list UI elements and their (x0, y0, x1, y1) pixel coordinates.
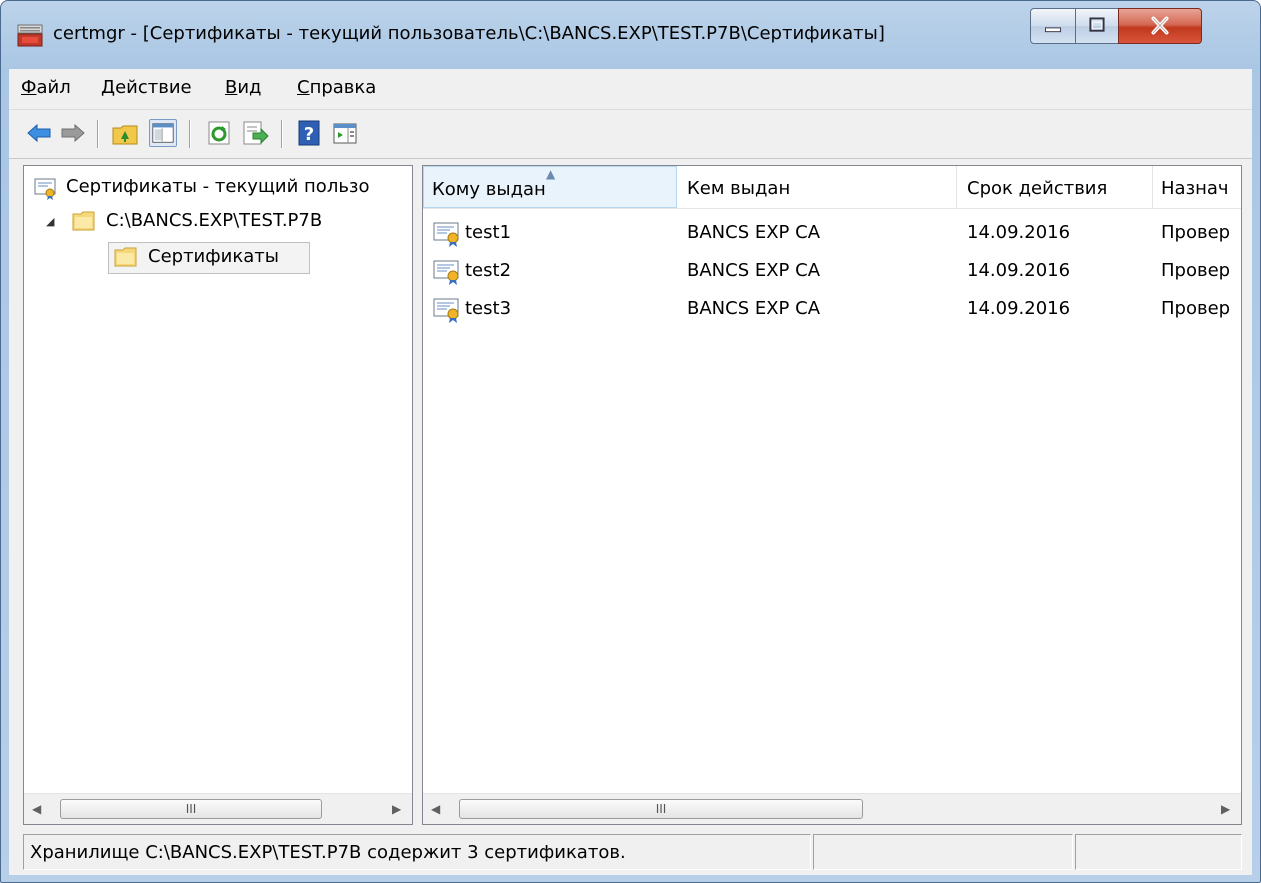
cell-issued-by: BANCS EXP CA (687, 222, 821, 243)
certificate-icon (433, 221, 463, 247)
maximize-button[interactable] (1075, 8, 1119, 44)
tree-store-label: C:\BANCS.EXP\TEST.P7B (106, 210, 323, 231)
scroll-right-icon[interactable]: ▶ (1221, 802, 1230, 816)
table-row[interactable]: test3 BANCS EXP CA 14.09.2016 Провер (423, 292, 1241, 328)
client-area: Файл Действие Вид Справка ? Сертификаты … (9, 69, 1252, 875)
tree-horizontal-scrollbar[interactable]: ◀ III ▶ (24, 793, 412, 824)
certmgr-app-icon (17, 23, 43, 47)
scroll-left-icon[interactable]: ◀ (431, 802, 440, 816)
table-row[interactable]: test1 BANCS EXP CA 14.09.2016 Провер (423, 216, 1241, 252)
status-text: Хранилище C:\BANCS.EXP\TEST.P7B содержит… (30, 842, 626, 863)
menu-help[interactable]: Справка (297, 77, 376, 98)
status-main-segment: Хранилище C:\BANCS.EXP\TEST.P7B содержит… (23, 834, 811, 870)
status-bar: Хранилище C:\BANCS.EXP\TEST.P7B содержит… (23, 834, 1242, 870)
cell-expires: 14.09.2016 (967, 260, 1071, 281)
cell-issued-by: BANCS EXP CA (687, 260, 821, 281)
app-window: certmgr - [Сертификаты - текущий пользов… (0, 0, 1261, 883)
refresh-icon[interactable] (205, 119, 233, 147)
menu-view[interactable]: Вид (225, 77, 262, 98)
column-purpose[interactable]: Назнач (1153, 166, 1241, 208)
sort-ascending-icon: ▲ (546, 167, 556, 181)
certificate-list-pane[interactable]: ▲ Кому выдан Кем выдан Срок действия Наз… (422, 165, 1242, 825)
scrollbar-thumb[interactable]: III (60, 799, 322, 819)
show-action-pane-icon[interactable] (331, 119, 359, 147)
toolbar: ? (9, 110, 1252, 159)
svg-text:?: ? (304, 124, 314, 145)
cell-purpose: Провер (1161, 260, 1231, 281)
scroll-right-icon[interactable]: ▶ (392, 802, 401, 816)
folder-icon (114, 246, 138, 268)
certificate-store-icon (34, 176, 58, 200)
back-icon[interactable] (25, 119, 53, 147)
certificate-icon (433, 297, 463, 323)
list-horizontal-scrollbar[interactable]: ◀ III ▶ (423, 793, 1241, 824)
scrollbar-thumb[interactable]: III (459, 799, 863, 819)
cell-purpose: Провер (1161, 298, 1231, 319)
status-segment (813, 834, 1073, 870)
up-folder-icon[interactable] (111, 119, 139, 147)
table-row[interactable]: test2 BANCS EXP CA 14.09.2016 Провер (423, 254, 1241, 290)
status-segment (1075, 834, 1242, 870)
forward-icon[interactable] (59, 119, 87, 147)
expanded-triangle-icon[interactable]: ◢ (46, 215, 54, 228)
cell-expires: 14.09.2016 (967, 222, 1071, 243)
tree-folder-label: Сертификаты (148, 246, 279, 267)
show-hide-tree-icon[interactable] (149, 119, 177, 147)
cell-expires: 14.09.2016 (967, 298, 1071, 319)
certificate-icon (433, 259, 463, 285)
column-issued-by[interactable]: Кем выдан (677, 166, 957, 208)
close-button[interactable] (1118, 8, 1202, 44)
column-expiration[interactable]: Срок действия (957, 166, 1153, 208)
tree-root-label: Сертификаты - текущий пользо (66, 176, 370, 197)
help-icon[interactable]: ? (295, 119, 323, 147)
window-title: certmgr - [Сертификаты - текущий пользов… (53, 23, 885, 44)
menu-bar: Файл Действие Вид Справка (9, 69, 1252, 110)
title-bar[interactable]: certmgr - [Сертификаты - текущий пользов… (1, 1, 1260, 69)
cell-issued-to: test3 (465, 298, 512, 319)
cell-issued-to: test1 (465, 222, 512, 243)
cell-purpose: Провер (1161, 222, 1231, 243)
export-icon[interactable] (241, 119, 269, 147)
folder-icon (72, 210, 96, 232)
scroll-left-icon[interactable]: ◀ (32, 802, 41, 816)
column-issued-to[interactable]: ▲ Кому выдан (423, 166, 677, 208)
minimize-button[interactable] (1030, 8, 1076, 44)
cell-issued-by: BANCS EXP CA (687, 298, 821, 319)
console-tree-pane[interactable]: Сертификаты - текущий пользо ◢ C:\BANCS.… (23, 165, 413, 825)
menu-file[interactable]: Файл (21, 77, 71, 98)
menu-action[interactable]: Действие (101, 77, 192, 98)
cell-issued-to: test2 (465, 260, 512, 281)
